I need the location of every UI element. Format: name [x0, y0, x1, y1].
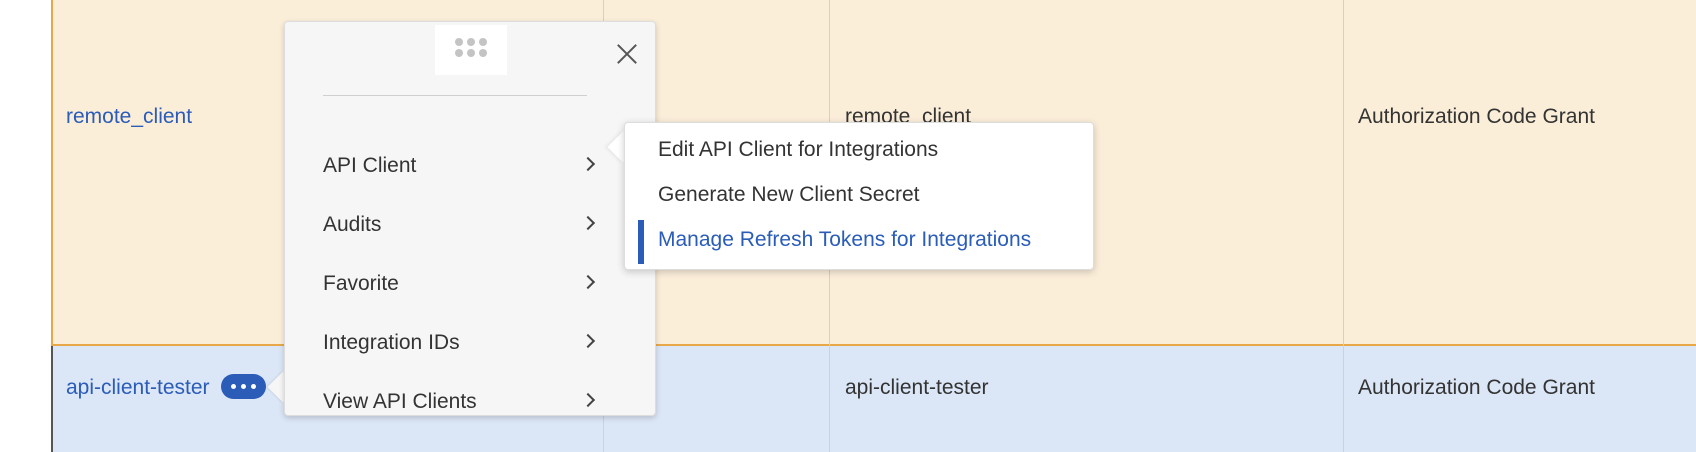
grant-type-cell: Authorization Code Grant [1358, 376, 1595, 399]
chevron-right-icon [580, 333, 596, 349]
column-divider [1343, 0, 1344, 452]
drag-handle-icon[interactable] [435, 25, 507, 75]
chevron-right-icon [580, 392, 596, 408]
menu-item-integration-ids[interactable]: Integration IDs [323, 324, 603, 364]
submenu-item-label: Edit API Client for Integrations [658, 138, 939, 161]
submenu-item-manage-refresh-tokens[interactable]: Manage Refresh Tokens for Integrations [625, 220, 1093, 264]
api-client-submenu: Edit API Client for Integrations Generat… [624, 122, 1094, 270]
grant-type-cell: Authorization Code Grant [1358, 105, 1595, 128]
submenu-item-label: Generate New Client Secret [658, 183, 920, 206]
chevron-right-icon [580, 274, 596, 290]
chevron-right-icon [580, 156, 596, 172]
close-icon[interactable] [613, 40, 641, 68]
menu-item-label: Favorite [323, 272, 399, 295]
menu-item-label: Audits [323, 213, 382, 236]
menu-item-view-api-clients[interactable]: View API Clients [323, 383, 603, 423]
more-horizontal-icon [231, 384, 236, 389]
actions-menu: API Client Audits Favorite Integration I… [284, 21, 656, 416]
menu-divider [323, 95, 587, 96]
row-actions-button[interactable] [221, 374, 266, 399]
submenu-item-label: Manage Refresh Tokens for Integrations [658, 228, 1032, 251]
submenu-item-edit-api-client[interactable]: Edit API Client for Integrations [625, 130, 1093, 172]
chevron-right-icon [580, 215, 596, 231]
client-name-link[interactable]: remote_client [66, 104, 192, 130]
menu-item-label: View API Clients [323, 390, 477, 413]
menu-item-label: Integration IDs [323, 331, 460, 354]
submenu-item-generate-secret[interactable]: Generate New Client Secret [625, 175, 1093, 217]
menu-item-label: API Client [323, 154, 417, 177]
client-id-cell: api-client-tester [845, 376, 989, 399]
menu-item-api-client[interactable]: API Client [323, 147, 603, 187]
menu-item-audits[interactable]: Audits [323, 206, 603, 246]
menu-item-favorite[interactable]: Favorite [323, 265, 603, 305]
client-name-link[interactable]: api-client-tester [66, 375, 210, 401]
